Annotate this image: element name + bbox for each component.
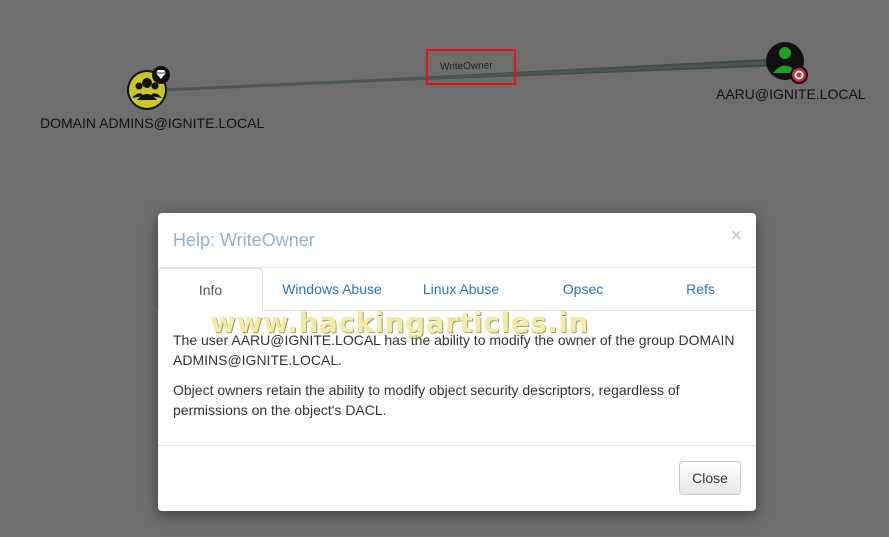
owned-target-icon [790,66,808,84]
high-value-icon [152,66,170,84]
target-node-label: AARU@IGNITE.LOCAL [716,86,866,102]
info-paragraph-2: Object owners retain the ability to modi… [173,382,680,418]
edge-label[interactable]: WriteOwner [440,60,493,72]
tab-opsec[interactable]: Opsec [528,268,638,311]
modal-header: Help: WriteOwner × [158,213,756,268]
close-button[interactable]: Close [679,461,741,495]
modal-body: www.hackingarticles.in The user AARU@IGN… [158,309,756,446]
help-modal: Help: WriteOwner × Info Windows Abuse Li… [158,213,756,511]
tab-bar: Info Windows Abuse Linux Abuse Opsec Ref… [158,268,756,311]
graph-canvas[interactable]: WriteOwner DOMAIN ADMINS@IGNITE.LOCAL AA… [0,0,889,537]
tab-windows-abuse[interactable]: Windows Abuse [268,268,396,311]
close-icon[interactable]: × [730,226,742,246]
tab-info[interactable]: Info [158,268,263,311]
modal-title: Help: WriteOwner [173,230,315,250]
modal-footer: Close [158,446,756,511]
tab-refs[interactable]: Refs [643,268,756,311]
source-node-label: DOMAIN ADMINS@IGNITE.LOCAL [40,115,265,131]
info-paragraph-1: The user AARU@IGNITE.LOCAL has the abili… [173,332,735,368]
tab-linux-abuse[interactable]: Linux Abuse [403,268,519,311]
